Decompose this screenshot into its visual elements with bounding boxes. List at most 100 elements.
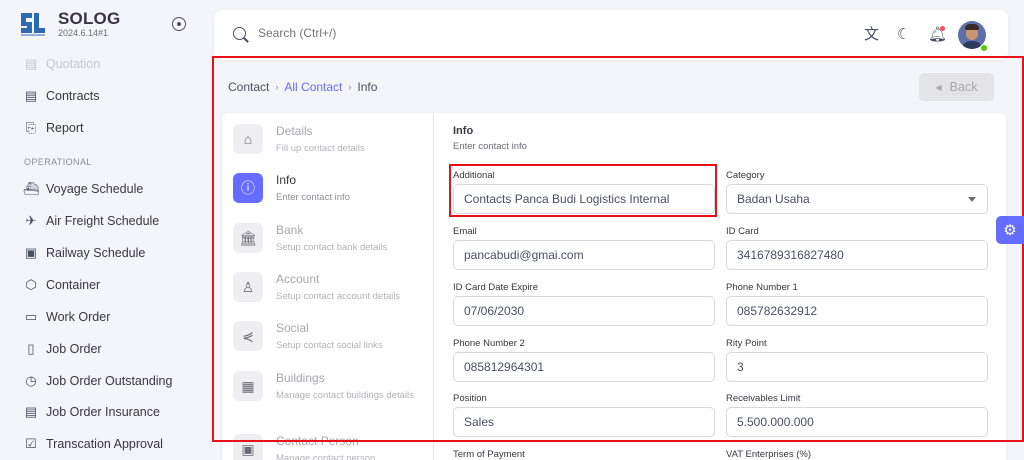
category-select[interactable]: Badan Usaha [726, 184, 988, 214]
step-bank[interactable]: 🏛︎ Bank Setup contact bank details [233, 223, 416, 254]
step-social[interactable]: ⋞ Social Setup contact social links [233, 321, 416, 352]
user-icon: ♙ [233, 272, 263, 302]
back-button[interactable]: ◀ Back [919, 73, 994, 101]
receivables-field[interactable]: 5.500.000.000 [726, 407, 988, 437]
dark-mode-icon[interactable]: ☾ [897, 27, 910, 43]
step-title: Bank [276, 223, 304, 237]
sidebar-item-work-order[interactable]: ▭ Work Order [24, 307, 111, 327]
sidebar-item-label: Job Order [46, 342, 102, 356]
step-title: Info [276, 173, 297, 187]
sidebar-item-label: Container [46, 278, 101, 292]
sidebar-item-label: Report [46, 121, 84, 135]
settings-gear-icon[interactable]: ⚙ [996, 216, 1024, 244]
plane-icon: ✈ [25, 213, 37, 228]
step-title: Details [276, 124, 313, 138]
sidebar-item-air-freight-schedule[interactable]: ✈ Air Freight Schedule [24, 211, 160, 231]
email-label: Email [453, 226, 477, 237]
chevron-right-icon: › [348, 82, 352, 92]
search-input[interactable] [258, 26, 558, 40]
id-card-label: ID Card [726, 226, 759, 237]
breadcrumb-current: Info [357, 80, 378, 94]
step-buildings[interactable]: ▦ Buildings Manage contact buildings det… [233, 371, 416, 402]
sidebar-item-railway-schedule[interactable]: ▣ Railway Schedule [24, 243, 146, 263]
sidebar-item-contracts[interactable]: ▤ Contracts [24, 86, 100, 106]
section-operational: OPERATIONAL [24, 157, 92, 167]
sidebar-item-quotation[interactable]: ▤ Quotation [24, 54, 100, 74]
breadcrumb-parent[interactable]: All Contact [284, 80, 342, 94]
ship-icon: ⛴ [22, 181, 40, 196]
position-label: Position [453, 393, 487, 404]
phone2-field[interactable]: 085812964301 [453, 352, 715, 382]
sidebar-item-job-order-insurance[interactable]: ▤ Job Order Insurance [24, 402, 160, 422]
search-icon[interactable] [233, 27, 246, 40]
container-icon: ⬡ [25, 277, 37, 292]
phone1-label: Phone Number 1 [726, 282, 798, 293]
phone1-value: 085782632912 [737, 304, 818, 318]
id-card-field[interactable]: 3416789316827480 [726, 240, 988, 270]
sidebar-item-report[interactable]: ⎘ Report [24, 118, 84, 138]
building-icon: ▦ [233, 371, 263, 401]
breadcrumb: Contact › All Contact › Info [228, 80, 377, 94]
bank-icon: 🏛︎ [233, 223, 263, 253]
step-subtitle: Setup contact social links [276, 340, 383, 351]
breadcrumb-root[interactable]: Contact [228, 80, 269, 94]
receivables-label: Receivables Limit [726, 393, 801, 404]
rity-point-value: 3 [737, 360, 744, 374]
solog-logo-icon [18, 9, 48, 39]
position-field[interactable]: Sales [453, 407, 715, 437]
online-status-dot [980, 44, 988, 52]
brand-name: SOLOG [58, 8, 121, 28]
id-card-value: 3416789316827480 [737, 248, 844, 262]
phone2-value: 085812964301 [464, 360, 545, 374]
approval-icon: ☑ [25, 436, 37, 451]
file-clock-icon: ◷ [25, 373, 37, 388]
file-icon: ▯ [27, 341, 35, 356]
notification-dot [940, 26, 945, 31]
step-contact-person[interactable]: ▣ Contact Person Manage contact person [233, 434, 416, 460]
step-subtitle: Manage contact person [276, 453, 376, 460]
additional-label: Additional [453, 170, 495, 181]
additional-field[interactable]: Contacts Panca Budi Logistics Internal [453, 184, 715, 214]
brand-version: 2024.6.14#1 [58, 27, 109, 38]
sidebar-toggle-icon[interactable] [172, 17, 186, 31]
folder-icon: ▭ [24, 309, 38, 324]
phone1-field[interactable]: 085782632912 [726, 296, 988, 326]
sidebar-item-label: Transcation Approval [46, 437, 163, 451]
train-icon: ▣ [24, 245, 38, 260]
sidebar: SOLOG 2024.6.14#1 ▤ Quotation ▤ Contract… [0, 0, 198, 460]
vat-label: VAT Enterprises (%) [726, 449, 811, 460]
step-details[interactable]: ⌂ Details Fill up contact details [233, 124, 416, 155]
receivables-value: 5.500.000.000 [737, 415, 814, 429]
email-field[interactable]: pancabudi@gmai.com [453, 240, 715, 270]
step-subtitle: Manage contact buildings details [276, 390, 414, 401]
email-value: pancabudi@gmai.com [464, 248, 584, 262]
category-label: Category [726, 170, 765, 181]
step-info[interactable]: ⓘ Info Enter contact info [233, 173, 416, 204]
sidebar-item-label: Railway Schedule [46, 246, 146, 260]
rity-point-label: Rity Point [726, 338, 767, 349]
share-icon: ⋞ [233, 321, 263, 351]
caret-left-icon: ◀ [935, 82, 942, 92]
step-subtitle: Fill up contact details [276, 143, 365, 154]
id-expire-label: ID Card Date Expire [453, 282, 539, 293]
translate-icon[interactable]: 文 [864, 27, 879, 43]
report-icon: ⎘ [25, 120, 37, 135]
step-title: Contact Person [276, 434, 359, 448]
sidebar-item-transaction-approval[interactable]: ☑ Transcation Approval [24, 434, 163, 454]
form-subtitle: Enter contact info [453, 141, 527, 152]
id-expire-field[interactable]: 07/06/2030 [453, 296, 715, 326]
rity-point-field[interactable]: 3 [726, 352, 988, 382]
sidebar-item-label: Quotation [46, 57, 101, 71]
sidebar-item-container[interactable]: ⬡ Container [24, 275, 100, 295]
step-account[interactable]: ♙ Account Setup contact account details [233, 272, 416, 303]
dropdown-arrow-icon [968, 197, 976, 202]
brand[interactable]: SOLOG 2024.6.14#1 [18, 9, 120, 39]
sidebar-item-label: Air Freight Schedule [46, 214, 160, 228]
phone2-label: Phone Number 2 [453, 338, 525, 349]
form-title: Info [453, 125, 474, 137]
sidebar-item-voyage-schedule[interactable]: ⛴ Voyage Schedule [22, 179, 144, 199]
contact-card-icon: ▣ [233, 434, 263, 460]
top-header: 文 ☾ 🔔︎ [214, 10, 1008, 60]
sidebar-item-job-order[interactable]: ▯ Job Order [24, 339, 102, 359]
sidebar-item-job-order-outstanding[interactable]: ◷ Job Order Outstanding [24, 371, 172, 391]
